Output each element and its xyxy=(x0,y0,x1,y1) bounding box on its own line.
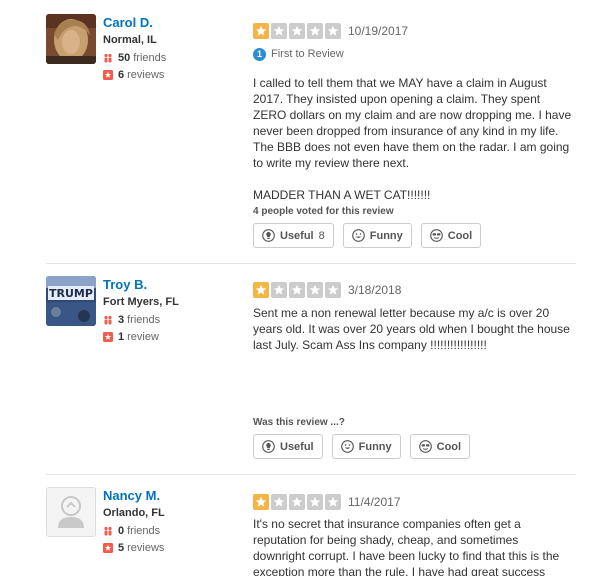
review-text: Sent me a non renewal letter because my … xyxy=(253,306,570,352)
useful-label: Useful xyxy=(280,440,314,453)
friends-number: 3 xyxy=(118,314,125,326)
review-date: 11/4/2017 xyxy=(348,495,401,509)
friends-count: 3 friends xyxy=(103,313,253,327)
star-icon xyxy=(307,282,323,298)
reviews-label: reviews xyxy=(127,69,165,81)
star-icon xyxy=(325,282,341,298)
reviews-number: 5 xyxy=(118,542,125,554)
star-icon xyxy=(307,23,323,39)
star-icon xyxy=(253,494,269,510)
star-icon xyxy=(271,282,287,298)
review-item: Nancy M. Orlando, FL 0 friends 5 reviews… xyxy=(0,475,600,576)
first-to-review-badge: 1 First to Review xyxy=(253,46,573,62)
star-icon xyxy=(253,282,269,298)
friends-label: friends xyxy=(127,314,161,326)
friends-icon xyxy=(103,526,113,536)
friends-label: friends xyxy=(133,52,167,64)
star-icon xyxy=(289,23,305,39)
vote-section: 4 people voted for this review Useful 8 … xyxy=(253,206,573,248)
user-location: Orlando, FL xyxy=(103,507,165,519)
funny-face-icon xyxy=(340,440,354,453)
review-item: TRUMP Troy B. Fort Myers, FL 3 friends 1 xyxy=(0,264,600,474)
cool-button[interactable]: Cool xyxy=(420,223,482,248)
friends-label: friends xyxy=(127,525,161,537)
reviews-number: 6 xyxy=(118,69,125,81)
avatar[interactable]: TRUMP xyxy=(46,276,96,326)
review-item: Carol D. Normal, IL 50 friends 6 reviews… xyxy=(0,0,600,262)
vote-section: Was this review ...? Useful Funny Cool xyxy=(253,417,573,459)
cool-sunglasses-icon xyxy=(418,440,432,453)
reviews-count: 6 reviews xyxy=(103,68,253,82)
friends-count: 0 friends xyxy=(103,524,253,538)
review-text: It's no secret that insurance companies … xyxy=(253,517,560,576)
cool-label: Cool xyxy=(436,440,462,453)
star-icon xyxy=(307,494,323,510)
star-icon xyxy=(253,23,269,39)
avatar[interactable] xyxy=(46,487,96,537)
star-rating xyxy=(253,494,341,510)
cool-sunglasses-icon xyxy=(429,229,443,242)
funny-label: Funny xyxy=(369,229,403,242)
useful-count: 8 xyxy=(318,229,325,242)
review-count-icon xyxy=(103,543,113,553)
useful-button[interactable]: Useful 8 xyxy=(253,223,334,248)
cool-button[interactable]: Cool xyxy=(409,434,471,459)
reviews-count: 5 reviews xyxy=(103,541,253,555)
lightbulb-icon xyxy=(262,229,275,242)
user-location: Normal, IL xyxy=(103,34,157,46)
funny-label: Funny xyxy=(358,440,392,453)
star-rating xyxy=(253,282,341,298)
lightbulb-icon xyxy=(262,440,275,453)
funny-button[interactable]: Funny xyxy=(331,434,401,459)
svg-text:TRUMP: TRUMP xyxy=(49,287,93,300)
friends-icon xyxy=(103,53,113,63)
review-count-icon xyxy=(103,332,113,342)
avatar[interactable] xyxy=(46,14,96,64)
friends-count: 50 friends xyxy=(103,51,253,65)
votes-label: 4 people voted for this review xyxy=(253,206,394,217)
cool-label: Cool xyxy=(447,229,473,242)
review-count-icon xyxy=(103,70,113,80)
first-to-review-icon: 1 xyxy=(253,47,266,61)
reviews-label: reviews xyxy=(127,542,165,554)
friends-icon xyxy=(103,315,113,325)
user-name-link[interactable]: Nancy M. xyxy=(103,487,253,504)
star-icon xyxy=(325,494,341,510)
review-text: I called to tell them that we MAY have a… xyxy=(253,76,572,202)
star-icon xyxy=(325,23,341,39)
user-location: Fort Myers, FL xyxy=(103,296,179,308)
useful-button[interactable]: Useful xyxy=(253,434,323,459)
reviews-count: 1 review xyxy=(103,330,253,344)
review-date: 3/18/2018 xyxy=(348,283,402,297)
review-content: 10/19/2017 1 First to Review I called to… xyxy=(253,22,573,203)
useful-label: Useful xyxy=(280,229,314,242)
review-date: 10/19/2017 xyxy=(348,24,409,38)
star-icon xyxy=(271,494,287,510)
star-icon xyxy=(289,282,305,298)
funny-face-icon xyxy=(351,229,365,242)
user-name-link[interactable]: Troy B. xyxy=(103,276,253,293)
badge-label: First to Review xyxy=(271,48,344,60)
reviews-label: review xyxy=(127,331,159,343)
votes-label: Was this review ...? xyxy=(253,417,345,428)
review-content: 11/4/2017 It's no secret that insurance … xyxy=(253,493,573,576)
friends-number: 0 xyxy=(118,525,125,537)
star-rating xyxy=(253,23,341,39)
user-name-link[interactable]: Carol D. xyxy=(103,14,253,31)
reviews-number: 1 xyxy=(118,331,125,343)
funny-button[interactable]: Funny xyxy=(342,223,412,248)
review-content: 3/18/2018 Sent me a non renewal letter b… xyxy=(253,281,573,353)
star-icon xyxy=(271,23,287,39)
star-icon xyxy=(289,494,305,510)
friends-number: 50 xyxy=(118,52,131,64)
